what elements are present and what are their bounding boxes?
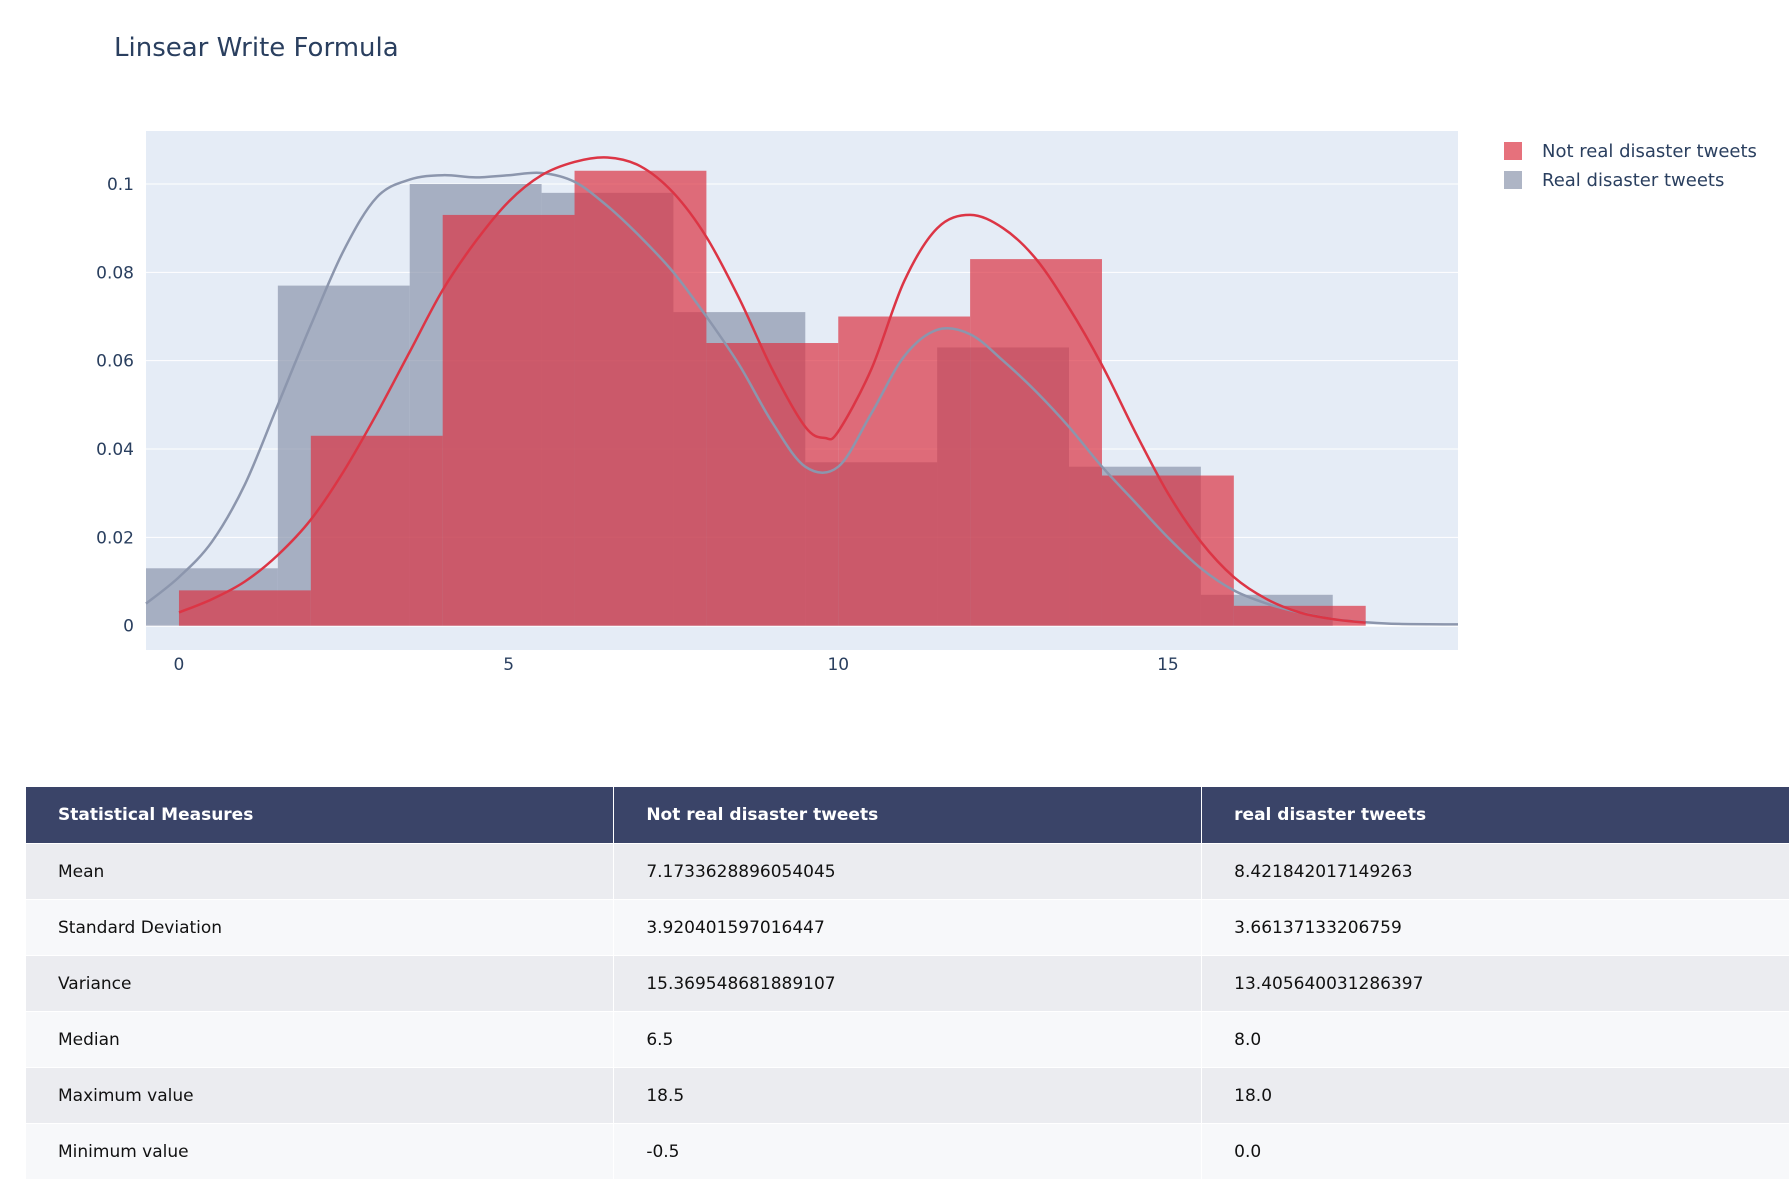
real-value: 3.66137133206759 — [1201, 899, 1790, 956]
not-real-value: 3.920401597016447 — [613, 899, 1203, 956]
not-real-value: 7.1733628896054045 — [613, 843, 1203, 900]
real-value: 0.0 — [1201, 1123, 1790, 1179]
table-header-row: Statistical Measures Not real disaster t… — [26, 787, 1790, 844]
y-tick-label: 0.06 — [96, 352, 134, 372]
x-tick-label: 0 — [174, 655, 185, 675]
not-real-value: 18.5 — [613, 1067, 1203, 1124]
header-real-disaster: real disaster tweets — [1201, 787, 1790, 844]
table-row: Mean 7.1733628896054045 8.42184201714926… — [26, 843, 1790, 900]
table-row: Variance 15.369548681889107 13.405640031… — [26, 955, 1790, 1012]
y-tick-label: 0.08 — [96, 263, 134, 283]
bar-not-real-disaster — [442, 214, 575, 626]
measure-name: Variance — [26, 955, 615, 1012]
x-tick-label: 15 — [1157, 655, 1179, 675]
x-tick-label: 5 — [503, 655, 514, 675]
header-not-real-disaster: Not real disaster tweets — [613, 787, 1203, 844]
y-axis-ticks: 0 0.02 0.04 0.06 0.08 0.1 — [96, 175, 134, 637]
table-row: Minimum value -0.5 0.0 — [26, 1123, 1790, 1179]
measure-name: Median — [26, 1011, 615, 1068]
histogram-chart: Linsear Write Formula 00.020.040.060.080… — [96, 33, 1757, 675]
bar-not-real-disaster — [1233, 605, 1366, 626]
measure-name: Maximum value — [26, 1067, 615, 1124]
legend-label: Not real disaster tweets — [1542, 141, 1757, 162]
legend-swatch — [1504, 142, 1522, 160]
measure-name: Minimum value — [26, 1123, 615, 1179]
not-real-value: 15.369548681889107 — [613, 955, 1203, 1012]
bar-not-real-disaster — [574, 170, 707, 626]
measure-name: Mean — [26, 843, 615, 900]
table-row: Standard Deviation 3.920401597016447 3.6… — [26, 899, 1790, 956]
bar-not-real-disaster — [838, 316, 971, 626]
header-statistical-measures: Statistical Measures — [26, 787, 615, 844]
bar-not-real-disaster — [1101, 475, 1234, 626]
measure-name: Standard Deviation — [26, 899, 615, 956]
bar-not-real-disaster — [706, 343, 839, 626]
real-value: 18.0 — [1201, 1067, 1790, 1124]
legend-label: Real disaster tweets — [1542, 170, 1724, 191]
not-real-value: 6.5 — [613, 1011, 1203, 1068]
legend: Not real disaster tweets Real disaster t… — [1504, 141, 1757, 191]
y-tick-label: 0 — [123, 617, 134, 637]
legend-swatch — [1504, 171, 1522, 189]
x-tick-label: 10 — [827, 655, 849, 675]
table-row: Maximum value 18.5 18.0 — [26, 1067, 1790, 1124]
real-value: 13.405640031286397 — [1201, 955, 1790, 1012]
statistics-table: Statistical Measures Not real disaster t… — [26, 787, 1790, 1179]
x-axis-ticks: 0 5 10 15 — [174, 655, 1179, 675]
y-tick-label: 0.04 — [96, 440, 134, 460]
not-real-value: -0.5 — [613, 1123, 1203, 1179]
y-tick-label: 0.1 — [107, 175, 134, 195]
chart-title: Linsear Write Formula — [114, 33, 399, 63]
real-value: 8.421842017149263 — [1201, 843, 1790, 900]
y-tick-label: 0.02 — [96, 528, 134, 548]
bar-not-real-disaster — [310, 435, 443, 626]
real-value: 8.0 — [1201, 1011, 1790, 1068]
table-row: Median 6.5 8.0 — [26, 1011, 1790, 1068]
bar-not-real-disaster — [178, 590, 311, 626]
